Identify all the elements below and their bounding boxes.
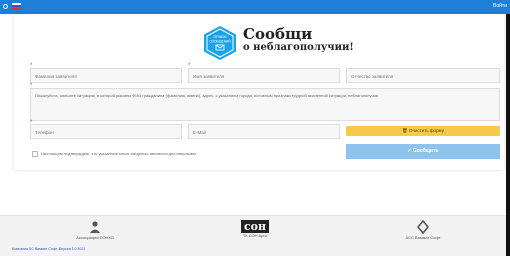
footer-vammat-label: АСС Ваммат Софт [405, 235, 441, 240]
clear-form-label: Очистить форму [409, 128, 444, 133]
clear-icon: 🗑 [402, 128, 409, 133]
footer-vammat[interactable]: АСС Ваммат Софт [395, 219, 451, 240]
window-edge [506, 14, 510, 256]
login-link[interactable]: Войти [493, 3, 507, 9]
phone-field[interactable]: Телефон [30, 124, 182, 139]
copyright-text[interactable]: Компания ЧС Ваммат Софт. Версия 1.0 2021 [12, 247, 85, 251]
consent-checkbox[interactable] [32, 151, 38, 157]
menu-icon[interactable] [3, 4, 8, 9]
first-name-field[interactable]: Имя заявителя [188, 68, 340, 83]
consent-label: Настоящим подтверждаю, что указанные мно… [41, 151, 196, 157]
description-textarea[interactable]: Пожалуйста, опишите ситуацию, в которой … [30, 88, 500, 121]
footer-sonko[interactable]: Ассоциация СОНКО [70, 220, 120, 240]
page-title: Сообщи [243, 25, 313, 43]
diamond-logo-icon [416, 219, 430, 235]
send-label: Сообщить [412, 148, 439, 154]
footer-argo[interactable]: сон ТК СОН Арго [232, 220, 278, 238]
last-name-field[interactable]: Фамилия заявителя [30, 68, 182, 83]
patronymic-field[interactable]: Отчество заявителя [346, 68, 500, 83]
logo-title: Сообщи о неблагополучии! [243, 26, 354, 54]
page-subtitle: о неблагополучии! [243, 42, 354, 53]
logo-badge-line1: ПРИЕМ [214, 35, 227, 39]
logo-badge-line2: СООБЩЕНИЙ [209, 40, 231, 44]
logo-hex-icon: ПРИЕМ СООБЩЕНИЙ [204, 26, 236, 60]
son-logo: сон [240, 220, 270, 233]
email-field[interactable]: E-Mail [188, 124, 340, 139]
top-bar: Войти [0, 0, 510, 14]
footer-sonko-label: Ассоциация СОНКО [76, 235, 114, 240]
people-icon [90, 221, 100, 233]
footer-argo-label: ТК СОН Арго [242, 233, 268, 238]
footer: Ассоциация СОНКО сон ТК СОН Арго АСС Вам… [0, 215, 510, 256]
consent-row: Настоящим подтверждаю, что указанные мно… [32, 151, 196, 157]
flag-icon[interactable] [12, 3, 21, 10]
send-button[interactable]: ✓ Сообщить [346, 144, 500, 159]
clear-form-button[interactable]: 🗑 Очистить форму [346, 126, 500, 136]
